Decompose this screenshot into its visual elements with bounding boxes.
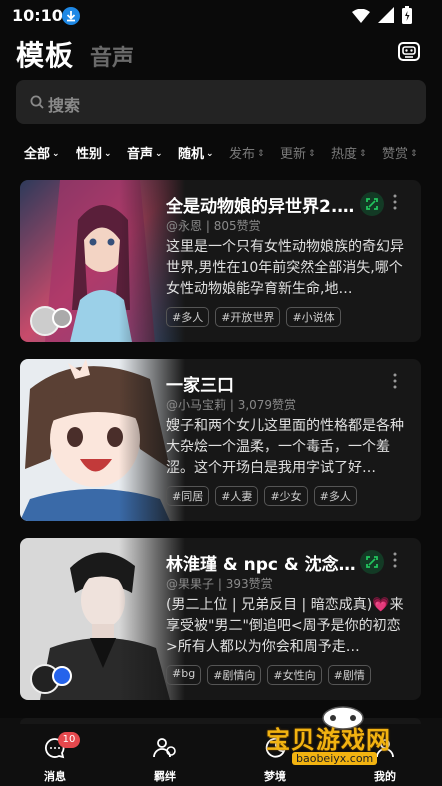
tag-list: #多人 #开放世界 #小说体 bbox=[166, 307, 341, 327]
filter-gender[interactable]: 性别 ⌄ bbox=[76, 143, 112, 162]
share-icon[interactable] bbox=[360, 192, 384, 216]
tag[interactable]: #多人 bbox=[166, 307, 210, 327]
watermark: 宝贝游戏网 baobeiyx.com bbox=[262, 700, 432, 780]
tag-list: #bg #剧情向 #女性向 #剧情 bbox=[166, 665, 371, 685]
status-bar: 10:10 bbox=[0, 0, 442, 32]
card-title: 全是动物娘的异世界2.… bbox=[166, 197, 355, 217]
signal-icon bbox=[378, 7, 394, 27]
nav-messages[interactable]: 10 消息 bbox=[25, 732, 85, 784]
card-meta: @果果子 | 393赞赏 bbox=[166, 577, 273, 591]
unread-badge: 10 bbox=[58, 732, 80, 748]
chevron-down-icon: ⌄ bbox=[52, 149, 60, 159]
watermark-text: 宝贝游戏网 bbox=[266, 726, 391, 754]
sort-icon: ⇕ bbox=[359, 149, 367, 159]
tag[interactable]: #少女 bbox=[264, 486, 308, 506]
card-author[interactable]: @永恩 bbox=[166, 219, 202, 233]
card-description: 这里是一个只有女性动物娘族的奇幻异世界,男性在10年前突然全部消失,哪个女性动物… bbox=[166, 239, 404, 297]
tag[interactable]: #女性向 bbox=[267, 665, 322, 685]
tab-templates[interactable]: 模板 bbox=[16, 34, 74, 74]
tag[interactable]: #小说体 bbox=[286, 307, 341, 327]
filter-voice[interactable]: 音声 ⌄ bbox=[127, 143, 163, 162]
nav-bonds[interactable]: 羁绊 bbox=[135, 736, 195, 784]
watermark-url: baobeiyx.com bbox=[292, 752, 378, 765]
creator-avatar[interactable] bbox=[52, 666, 72, 686]
chevron-down-icon: ⌄ bbox=[206, 149, 214, 159]
tag[interactable]: #bg bbox=[166, 665, 202, 685]
card-meta: @永恩 | 805赞赏 bbox=[166, 219, 261, 233]
sort-icon: ⇕ bbox=[257, 149, 265, 159]
chevron-down-icon: ⌄ bbox=[104, 149, 112, 159]
tag[interactable]: #人妻 bbox=[215, 486, 259, 506]
wifi-icon bbox=[352, 8, 370, 27]
tag[interactable]: #开放世界 bbox=[215, 307, 281, 327]
card-author[interactable]: @果果子 bbox=[166, 577, 214, 591]
search-icon bbox=[30, 94, 44, 113]
tag-list: #同居 #人妻 #少女 #多人 bbox=[166, 486, 357, 506]
search-bar[interactable]: 搜索 bbox=[16, 80, 426, 124]
status-time: 10:10 bbox=[12, 6, 63, 25]
filter-bar: 全部 ⌄ 性别 ⌄ 音声 ⌄ 随机 ⌄ 发布 ⇕ 更新 ⇕ 热度 ⇕ 赞赏 ⇕ bbox=[0, 140, 442, 164]
tag[interactable]: #多人 bbox=[313, 486, 357, 506]
card-likes: 805赞赏 bbox=[213, 219, 261, 233]
header: 模板 音声 bbox=[0, 32, 442, 74]
filter-publish[interactable]: 发布 ⇕ bbox=[229, 143, 265, 162]
filter-all[interactable]: 全部 ⌄ bbox=[24, 143, 60, 162]
card-likes: 393赞赏 bbox=[225, 577, 273, 591]
template-card[interactable]: 林淮瑾 & npc & 沈念… @果果子 | 393赞赏 (男二上位 | 兄弟反… bbox=[20, 538, 421, 700]
download-icon bbox=[62, 7, 80, 25]
filter-appreciation[interactable]: 赞赏 ⇕ bbox=[382, 143, 418, 162]
tag[interactable]: #同居 bbox=[166, 486, 210, 506]
card-cover-image bbox=[20, 359, 185, 521]
more-options-icon[interactable] bbox=[390, 550, 400, 570]
card-description: (男二上位 | 兄弟反目 | 暗恋成真)💗来享受被"男二"倒追吧<周予是你的初恋… bbox=[166, 597, 404, 655]
card-meta: @小马宝莉 | 3,079赞赏 bbox=[166, 398, 297, 412]
battery-icon bbox=[402, 6, 412, 28]
people-icon bbox=[153, 738, 176, 758]
nav-label: 消息 bbox=[44, 770, 66, 783]
nav-label: 羁绊 bbox=[154, 770, 176, 783]
search-placeholder[interactable]: 搜索 bbox=[48, 92, 80, 116]
more-options-icon[interactable] bbox=[390, 192, 400, 212]
more-options-icon[interactable] bbox=[390, 371, 400, 391]
card-likes: 3,079赞赏 bbox=[237, 398, 297, 412]
creator-avatar[interactable] bbox=[52, 308, 72, 328]
filter-random[interactable]: 随机 ⌄ bbox=[178, 143, 214, 162]
filter-update[interactable]: 更新 ⇕ bbox=[280, 143, 316, 162]
card-description: 嫂子和两个女儿这里面的性格都是各种大杂烩一个温柔，一个毒舌，一个羞涩。这个开场白… bbox=[166, 418, 404, 476]
sort-icon: ⇕ bbox=[308, 149, 316, 159]
card-title: 一家三口 bbox=[166, 376, 234, 396]
tab-voice[interactable]: 音声 bbox=[90, 40, 134, 72]
share-icon[interactable] bbox=[360, 550, 384, 574]
tag[interactable]: #剧情向 bbox=[207, 665, 262, 685]
tag[interactable]: #剧情 bbox=[327, 665, 371, 685]
card-title: 林淮瑾 & npc & 沈念… bbox=[166, 555, 356, 575]
sort-icon: ⇕ bbox=[410, 149, 418, 159]
card-author[interactable]: @小马宝莉 bbox=[166, 398, 226, 412]
template-card[interactable]: 全是动物娘的异世界2.… @永恩 | 805赞赏 这里是一个只有女性动物娘族的奇… bbox=[20, 180, 421, 342]
template-card[interactable]: 一家三口 @小马宝莉 | 3,079赞赏 嫂子和两个女儿这里面的性格都是各种大杂… bbox=[20, 359, 421, 521]
chevron-down-icon: ⌄ bbox=[155, 149, 163, 159]
filter-heat[interactable]: 热度 ⇕ bbox=[331, 143, 367, 162]
robot-icon[interactable] bbox=[396, 38, 422, 64]
